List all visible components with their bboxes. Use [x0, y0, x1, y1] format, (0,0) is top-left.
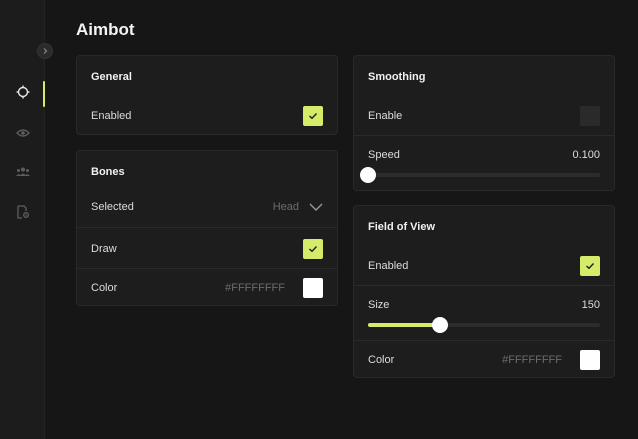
row-label: Enabled — [368, 260, 409, 272]
sidebar-item-config[interactable] — [0, 201, 45, 227]
dropdown-value: Head — [272, 201, 299, 213]
app: Aimbot General Enabled Bones Selected He… — [0, 0, 638, 439]
check-icon — [308, 107, 318, 125]
check-icon — [585, 257, 595, 275]
general-card: General Enabled — [76, 55, 338, 135]
slider-thumb[interactable] — [431, 317, 448, 333]
bones-draw-row: Draw — [77, 227, 337, 269]
users-icon — [15, 165, 30, 183]
file-settings-icon — [16, 204, 30, 224]
color-swatch[interactable] — [303, 277, 323, 298]
fov-enabled-checkbox[interactable] — [580, 256, 600, 276]
bones-draw-checkbox[interactable] — [303, 238, 323, 259]
row-label: Draw — [91, 242, 117, 255]
fov-card: Field of View Enabled Size 150 Color #FF… — [353, 205, 615, 378]
slider-fill — [368, 323, 440, 327]
sidebar-item-aimbot[interactable] — [0, 81, 45, 107]
slider-value: 150 — [581, 298, 600, 311]
smoothing-speed-row: Speed 0.100 — [354, 135, 614, 173]
sidebar-item-players[interactable] — [0, 161, 45, 187]
fov-enabled-row: Enabled — [354, 246, 614, 286]
smoothing-enable-row: Enable — [354, 96, 614, 136]
chevron-right-icon — [41, 42, 49, 60]
bones-card: Bones Selected Head Draw Color #FFFFFFFF — [76, 150, 338, 306]
smoothing-speed-slider[interactable] — [360, 167, 600, 183]
fov-color-picker[interactable]: #FFFFFFFF — [502, 349, 600, 370]
sidebar-item-visuals[interactable] — [0, 121, 45, 147]
color-hex-value: #FFFFFFFF — [225, 281, 285, 294]
color-swatch[interactable] — [580, 349, 600, 370]
row-label: Size — [368, 298, 390, 311]
row-label: Enable — [368, 110, 403, 122]
card-title: Field of View — [368, 221, 436, 233]
chevron-down-icon — [309, 198, 323, 216]
sidebar-toggle-button[interactable] — [37, 43, 53, 59]
bones-selected-row: Selected Head — [77, 187, 337, 227]
bones-color-row: Color #FFFFFFFF — [77, 268, 337, 306]
card-title: Smoothing — [368, 71, 426, 83]
color-hex-value: #FFFFFFFF — [502, 353, 562, 366]
fov-color-row: Color #FFFFFFFF — [354, 340, 614, 378]
card-title: Bones — [91, 166, 125, 178]
slider-thumb[interactable] — [360, 167, 376, 183]
row-label: Color — [368, 353, 395, 366]
row-label: Enabled — [91, 110, 132, 122]
page-title: Aimbot — [76, 20, 135, 39]
card-title: General — [91, 71, 132, 83]
smoothing-enable-checkbox[interactable] — [580, 106, 600, 126]
bones-color-picker[interactable]: #FFFFFFFF — [225, 277, 323, 298]
fov-size-row: Size 150 — [354, 285, 614, 323]
smoothing-card: Smoothing Enable Speed 0.100 — [353, 55, 615, 191]
eye-icon — [15, 125, 30, 143]
row-label: Color — [91, 281, 118, 294]
slider-value: 0.100 — [572, 148, 600, 161]
row-label: Speed — [368, 148, 400, 161]
general-enabled-checkbox[interactable] — [303, 106, 323, 126]
row-label: Selected — [91, 201, 134, 213]
check-icon — [308, 240, 318, 258]
general-enabled-row: Enabled — [77, 96, 337, 136]
crosshair-icon — [16, 85, 30, 104]
fov-size-slider[interactable] — [368, 317, 600, 333]
sidebar — [0, 0, 45, 439]
bones-selected-dropdown[interactable]: Head — [273, 198, 323, 216]
